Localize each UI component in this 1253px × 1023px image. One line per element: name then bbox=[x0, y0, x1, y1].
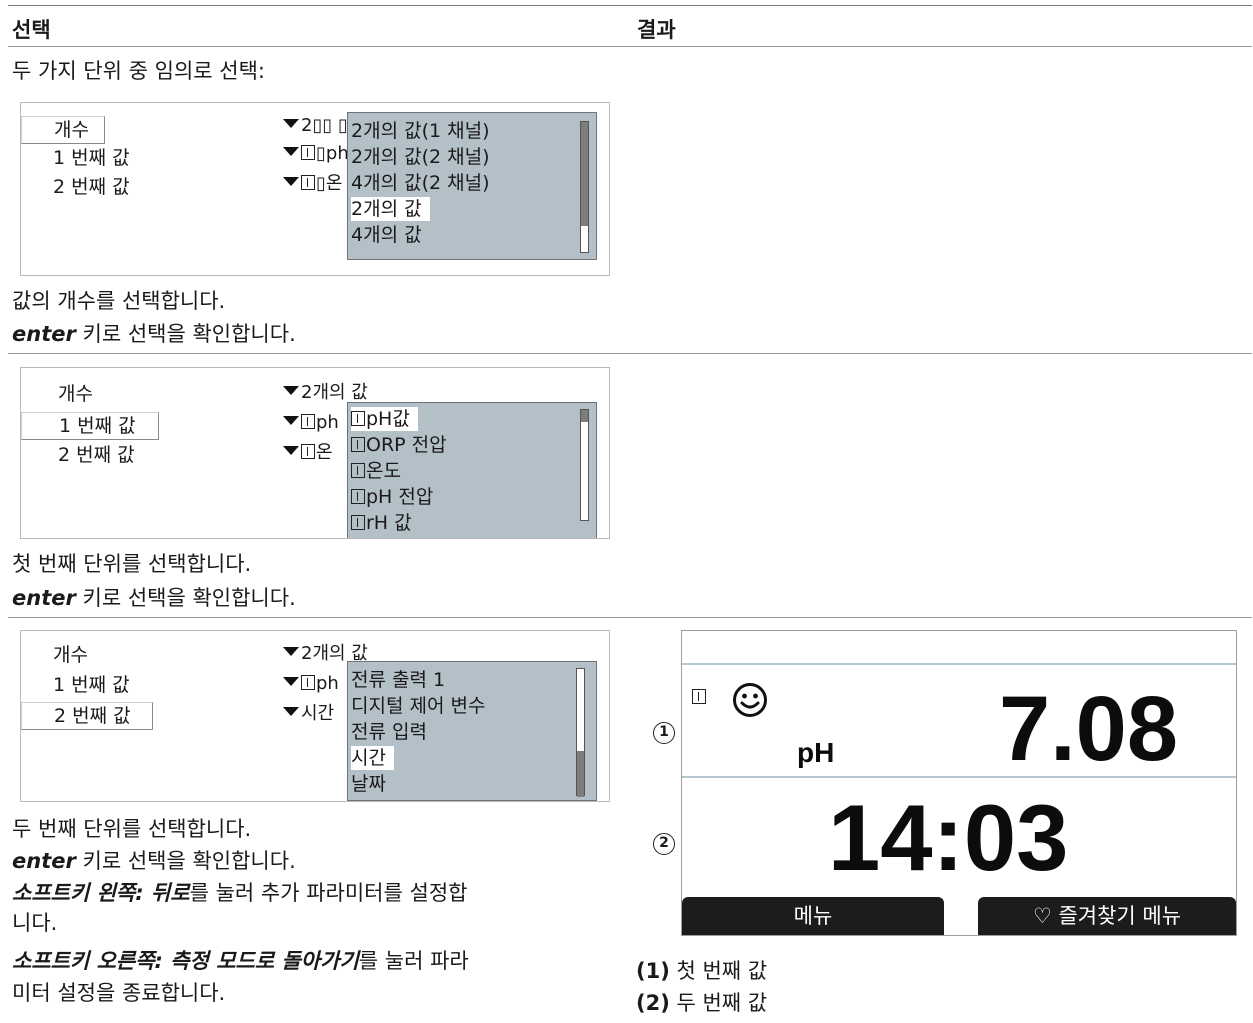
list-item[interactable]: 디지털 제어 변수 bbox=[351, 694, 485, 718]
list-item[interactable]: 온도 bbox=[351, 459, 401, 483]
first-value-label[interactable]: 1 번째 값 bbox=[53, 672, 130, 698]
second-unit-options-list[interactable]: 전류 출력 1 디지털 제어 변수 전류 입력 시간 날짜 bbox=[347, 661, 597, 801]
softkey-right-instruction-cont: 미터 설정을 종료합니다. bbox=[12, 981, 226, 1005]
scrollbar-thumb[interactable] bbox=[581, 410, 588, 422]
first-value-label[interactable]: 1 번째 값 bbox=[53, 145, 130, 171]
step2-note: 첫 번째 단위를 선택합니다. bbox=[12, 552, 252, 576]
dropdown-arrow-icon bbox=[283, 446, 299, 455]
intro-text: 두 가지 단위 중 임의로 선택: bbox=[12, 59, 265, 83]
second-value-value[interactable]: ▯온 bbox=[283, 171, 342, 197]
step3-confirm: enter 키로 선택을 확인합니다. bbox=[12, 849, 296, 873]
value-2: 14:03 bbox=[828, 785, 1069, 890]
column-header-select: 선택 bbox=[12, 18, 51, 42]
dropdown-arrow-icon bbox=[283, 416, 299, 425]
softkey-left-instruction: 소프트키 왼쪽: 뒤로를 눌러 추가 파라미터를 설정합 bbox=[12, 881, 468, 905]
dropdown-arrow-icon bbox=[283, 119, 299, 128]
second-value-label[interactable]: 2 번째 값 bbox=[53, 174, 130, 200]
scrollbar[interactable] bbox=[580, 121, 589, 253]
table-top-rule bbox=[8, 5, 1252, 6]
step1-note: 값의 개수를 선택합니다. bbox=[12, 289, 226, 313]
step1-confirm: enter 키로 선택을 확인합니다. bbox=[12, 322, 296, 346]
count-label[interactable]: 개수 bbox=[53, 642, 88, 668]
list-item-selected[interactable]: pH값 bbox=[351, 407, 418, 431]
marker-2: 2 bbox=[653, 833, 675, 855]
list-item[interactable]: 4개의 값 bbox=[351, 223, 422, 247]
softkey-menu[interactable]: 메뉴 bbox=[682, 897, 944, 935]
unit-1: pH bbox=[797, 737, 835, 768]
first-value-value[interactable]: ▯ph bbox=[283, 141, 349, 167]
list-item-selected[interactable]: 2개의 값 bbox=[351, 197, 430, 221]
count-options-list[interactable]: 2개의 값(1 채널) 2개의 값(2 채널) 4개의 값(2 채널) 2개의 … bbox=[347, 112, 597, 260]
enter-key-label: enter bbox=[12, 849, 76, 873]
step2-confirm: enter 키로 선택을 확인합니다. bbox=[12, 586, 296, 610]
legend-item-2: (2) 두 번째 값 bbox=[636, 991, 768, 1015]
list-item[interactable]: pH 전압 bbox=[351, 485, 433, 509]
dropdown-arrow-icon bbox=[283, 707, 299, 716]
row-rule bbox=[8, 617, 1252, 618]
channel-icon bbox=[351, 515, 365, 530]
count-label[interactable]: 개수 bbox=[21, 116, 105, 144]
scrollbar-thumb[interactable] bbox=[577, 751, 584, 797]
channel-icon bbox=[301, 175, 315, 190]
channel-icon bbox=[351, 437, 365, 452]
list-item[interactable]: ORP 전압 bbox=[351, 433, 447, 457]
second-unit-selection-screen: 개수 1 번째 값 2 번째 값 2개의 값 ph 시간 전류 출력 1 디지털… bbox=[20, 630, 610, 802]
list-item[interactable]: 전류 입력 bbox=[351, 720, 427, 744]
legend-item-1: (1) 첫 번째 값 bbox=[636, 959, 768, 983]
step3-note: 두 번째 단위를 선택합니다. bbox=[12, 817, 252, 841]
first-unit-options-list[interactable]: pH값 ORP 전압 온도 pH 전압 rH 값 bbox=[347, 402, 597, 538]
channel-icon bbox=[692, 689, 706, 704]
first-value-value[interactable]: ph bbox=[283, 671, 339, 697]
first-value-value[interactable]: ph bbox=[283, 410, 339, 436]
channel-icon bbox=[351, 489, 365, 504]
value-1: 7.08 bbox=[998, 678, 1178, 780]
header-rule bbox=[8, 46, 1252, 47]
smiley-icon bbox=[733, 683, 767, 717]
count-selection-screen: 개수 1 번째 값 2 번째 값 2▯▯ ▯ ▯ph ▯온 2개의 값(1 채널… bbox=[20, 102, 610, 276]
channel-icon bbox=[351, 463, 365, 478]
dropdown-arrow-icon bbox=[283, 647, 299, 656]
channel-icon bbox=[301, 675, 315, 690]
count-value[interactable]: 2▯▯ ▯ bbox=[283, 113, 348, 139]
softkey-right-instruction: 소프트키 오른쪽: 측정 모드로 돌아가기를 눌러 파라 bbox=[12, 949, 469, 973]
softkey-left-instruction-cont: 니다. bbox=[12, 911, 58, 935]
list-item[interactable]: 날짜 bbox=[351, 772, 386, 796]
list-item-selected[interactable]: 시간 bbox=[351, 746, 394, 770]
dropdown-arrow-icon bbox=[283, 147, 299, 156]
list-item[interactable]: 4개의 값(2 채널) bbox=[351, 171, 489, 195]
second-value-value[interactable]: 시간 bbox=[283, 701, 334, 727]
row-rule bbox=[8, 353, 1252, 354]
list-item[interactable]: rH 값 bbox=[351, 511, 412, 535]
first-unit-selection-screen: 개수 1 번째 값 2 번째 값 2개의 값 ph 온 pH값 ORP 전압 온… bbox=[20, 367, 610, 539]
display-divider bbox=[682, 663, 1236, 665]
first-value-label[interactable]: 1 번째 값 bbox=[21, 412, 159, 440]
softkey-favorites-menu[interactable]: ♡ 즐겨찾기 메뉴 bbox=[978, 897, 1236, 935]
second-value-value[interactable]: 온 bbox=[283, 440, 333, 466]
scrollbar-thumb[interactable] bbox=[581, 122, 588, 226]
dropdown-arrow-icon bbox=[283, 677, 299, 686]
measurement-display: pH 7.08 14:03 메뉴 ♡ 즐겨찾기 메뉴 bbox=[681, 630, 1237, 936]
list-item[interactable]: 전류 출력 1 bbox=[351, 668, 445, 692]
channel-icon bbox=[301, 414, 315, 429]
enter-key-label: enter bbox=[12, 322, 76, 346]
count-label[interactable]: 개수 bbox=[58, 381, 93, 407]
scrollbar[interactable] bbox=[576, 668, 585, 797]
column-header-result: 결과 bbox=[637, 18, 676, 42]
channel-icon bbox=[301, 444, 315, 459]
enter-key-label: enter bbox=[12, 586, 76, 610]
display-divider bbox=[682, 776, 1236, 778]
channel-icon bbox=[351, 411, 365, 426]
list-item[interactable]: 2개의 값(1 채널) bbox=[351, 119, 489, 143]
marker-1: 1 bbox=[653, 722, 675, 744]
list-item[interactable]: 2개의 값(2 채널) bbox=[351, 145, 489, 169]
dropdown-arrow-icon bbox=[283, 386, 299, 395]
scrollbar[interactable] bbox=[580, 409, 589, 521]
second-value-label[interactable]: 2 번째 값 bbox=[58, 442, 135, 468]
dropdown-arrow-icon bbox=[283, 177, 299, 186]
second-value-label[interactable]: 2 번째 값 bbox=[21, 702, 153, 730]
channel-icon bbox=[301, 145, 315, 160]
